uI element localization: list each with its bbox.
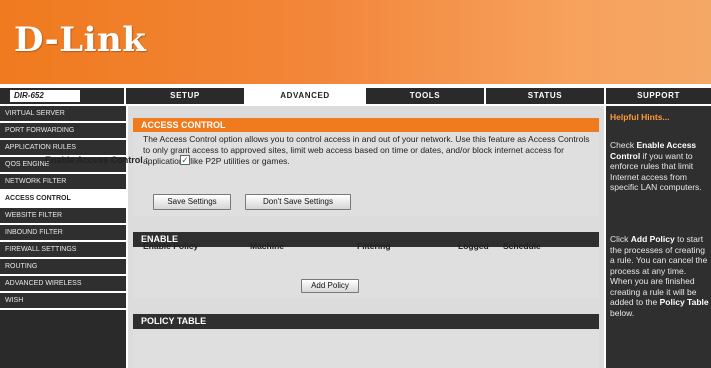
dont-save-settings-button[interactable]: Don't Save Settings: [245, 194, 351, 210]
helpful-hints-title: Helpful Hints...: [610, 112, 670, 122]
model-slashes: ///: [68, 89, 76, 103]
sidebar-item-routing[interactable]: ROUTING: [0, 259, 126, 276]
access-control-description: The Access Control option allows you to …: [143, 134, 590, 166]
column-filtering: Filtering: [357, 241, 391, 251]
column-machine: Machine: [250, 241, 285, 251]
sidebar-item-firewall-settings[interactable]: FIREWALL SETTINGS: [0, 242, 126, 259]
tab-status[interactable]: STATUS: [486, 88, 604, 104]
sidebar-item-virtual-server[interactable]: VIRTUAL SERVER: [0, 106, 126, 123]
policy-table-title: POLICY TABLE: [133, 314, 599, 329]
dlink-logo: D-Link: [14, 20, 147, 60]
sidebar-item-access-control[interactable]: ACCESS CONTROL: [0, 191, 126, 208]
sidebar-menu: VIRTUAL SERVER PORT FORWARDING APPLICATI…: [0, 106, 126, 368]
sidebar-item-wish[interactable]: WISH: [0, 293, 126, 310]
sidebar-item-website-filter[interactable]: WEBSITE FILTER: [0, 208, 126, 225]
tab-advanced[interactable]: ADVANCED: [246, 88, 364, 104]
access-control-title: ACCESS CONTROL: [133, 118, 599, 132]
main-content: ACCESS CONTROL The Access Control option…: [128, 106, 604, 368]
sidebar-item-inbound-filter[interactable]: INBOUND FILTER: [0, 225, 126, 242]
enable-access-control-checkbox[interactable]: ✓: [180, 155, 190, 165]
enable-access-control-label: Enable Access Control :: [45, 155, 149, 165]
header-banner: D-Link: [0, 0, 711, 84]
hint-add-policy: Click Add Policy to start the processes …: [610, 234, 709, 318]
sidebar-item-advanced-wireless[interactable]: ADVANCED WIRELESS: [0, 276, 126, 293]
sidebar-item-network-filter[interactable]: NETWORK FILTER: [0, 174, 126, 191]
sidebar-item-port-forwarding[interactable]: PORT FORWARDING: [0, 123, 126, 140]
tab-setup[interactable]: SETUP: [126, 88, 244, 104]
helpful-hints-panel: Helpful Hints... Check Enable Access Con…: [606, 106, 711, 368]
save-settings-button[interactable]: Save Settings: [153, 194, 231, 210]
policy-table-panel: POLICY TABLE: [133, 314, 599, 368]
column-enable-policy: Enable Policy: [143, 241, 199, 251]
tab-tools[interactable]: TOOLS: [366, 88, 484, 104]
column-schedule: Schedule: [503, 241, 541, 251]
add-policy-button[interactable]: Add Policy: [301, 279, 359, 293]
hint-enable-access-control: Check Enable Access Control if you want …: [610, 140, 702, 192]
access-control-panel: ACCESS CONTROL The Access Control option…: [133, 118, 599, 216]
checkmark-icon: ✓: [181, 155, 189, 165]
tab-support[interactable]: SUPPORT: [606, 88, 711, 104]
column-logged: Logged: [458, 241, 489, 251]
